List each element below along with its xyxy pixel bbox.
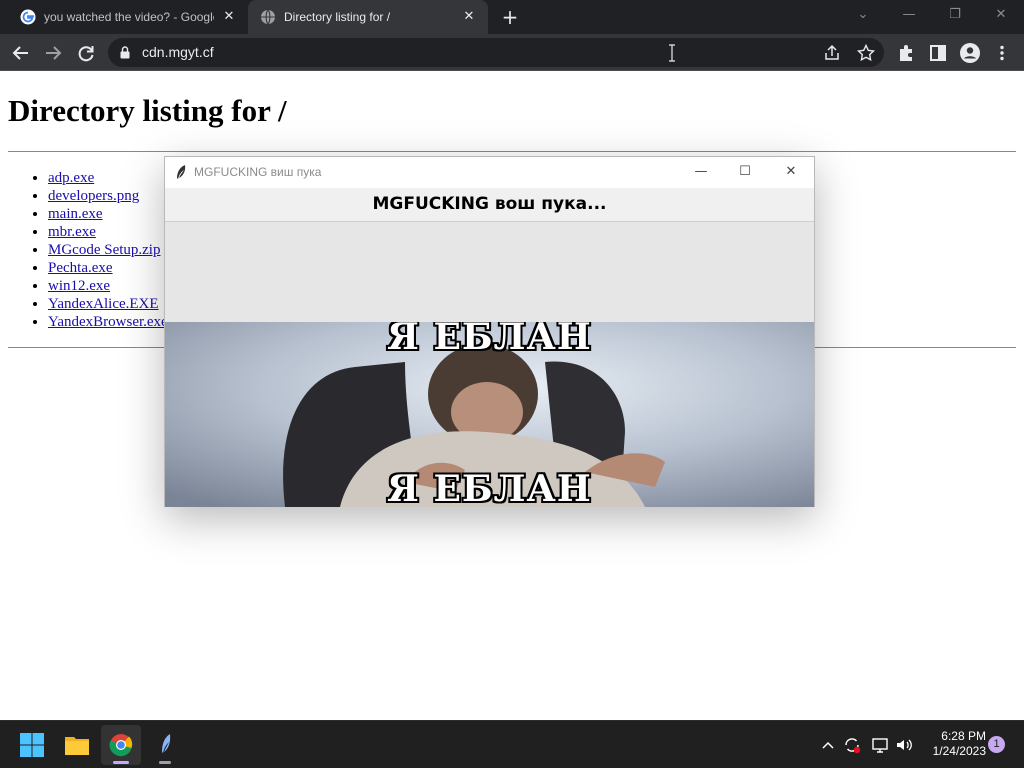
file-link[interactable]: YandexAlice.EXE: [48, 296, 159, 312]
file-link[interactable]: win12.exe: [48, 278, 110, 294]
minimize-button[interactable]: —: [886, 0, 932, 34]
divider: [8, 151, 1016, 152]
file-list: adp.exe developers.png main.exe mbr.exe …: [48, 169, 168, 331]
file-link[interactable]: main.exe: [48, 206, 103, 222]
page-title: Directory listing for /: [8, 93, 287, 128]
share-icon[interactable]: [822, 43, 842, 63]
volume-icon[interactable]: [894, 735, 914, 755]
file-link[interactable]: developers.png: [48, 188, 139, 204]
notification-badge[interactable]: 1: [988, 736, 1005, 753]
star-icon[interactable]: [856, 43, 876, 63]
url-text[interactable]: cdn.mgyt.cf: [142, 44, 214, 60]
new-tab-button[interactable]: +: [498, 5, 522, 29]
tab-title: Directory listing for /: [284, 10, 391, 24]
chrome-icon[interactable]: [101, 725, 141, 765]
file-link[interactable]: mbr.exe: [48, 224, 96, 240]
google-g-icon: [20, 9, 36, 25]
file-link[interactable]: MGcode Setup.zip: [48, 242, 160, 258]
globe-icon: [261, 9, 275, 25]
lock-icon[interactable]: [120, 46, 130, 59]
chevron-up-icon[interactable]: [818, 735, 838, 755]
list-item: adp.exe: [48, 169, 168, 187]
file-explorer-icon[interactable]: [57, 725, 97, 765]
clock-time: 6:28 PM: [941, 729, 986, 743]
side-panel-icon[interactable]: [925, 40, 951, 66]
file-link[interactable]: Pechta.exe: [48, 260, 113, 276]
browser-toolbar: cdn.mgyt.cf: [0, 34, 1024, 71]
popup-minimize-button[interactable]: —: [686, 161, 716, 183]
list-item: MGcode Setup.zip: [48, 241, 168, 259]
window-close-button[interactable]: ✕: [978, 0, 1024, 34]
profile-icon[interactable]: [957, 40, 983, 66]
meme-caption-bottom: Я ЕБЛАН: [387, 468, 592, 507]
menu-icon[interactable]: [989, 40, 1015, 66]
file-link[interactable]: YandexBrowser.exe: [48, 314, 168, 330]
popup-close-button[interactable]: ✕: [776, 161, 806, 183]
running-indicator: [159, 761, 171, 764]
list-item: developers.png: [48, 187, 168, 205]
text-cursor-icon: [669, 44, 675, 62]
list-item: YandexBrowser.exe: [48, 313, 168, 331]
tab-directory-listing[interactable]: Directory listing for / ✕: [248, 0, 488, 34]
browser-tab-strip: you watched the video? - Google ✕ Direct…: [0, 0, 1024, 34]
meme-image: Я ЕБЛАН Я ЕБЛАН: [165, 322, 814, 507]
popup-heading: MGFUCKING вош пука...: [165, 188, 814, 221]
popup-title: MGFUCKING виш пука: [194, 165, 322, 179]
popup-titlebar[interactable]: MGFUCKING виш пука — ☐ ✕: [165, 157, 814, 188]
popup-maximize-button[interactable]: ☐: [730, 161, 760, 183]
windows-start-icon[interactable]: [12, 725, 52, 765]
tab-search-button[interactable]: ⌄: [840, 0, 886, 34]
list-item: mbr.exe: [48, 223, 168, 241]
forward-icon[interactable]: [40, 40, 66, 66]
popup-window[interactable]: MGFUCKING виш пука — ☐ ✕ MGFUCKING вош п…: [164, 156, 815, 507]
tab-title: you watched the video? - Google: [44, 10, 214, 24]
sync-icon[interactable]: [842, 735, 862, 755]
file-link[interactable]: adp.exe: [48, 170, 94, 186]
list-item: Pechta.exe: [48, 259, 168, 277]
system-clock[interactable]: 6:28 PM 1/24/2023: [920, 729, 986, 759]
tab-close-icon[interactable]: ✕: [220, 8, 238, 26]
list-item: win12.exe: [48, 277, 168, 295]
tab-close-icon[interactable]: ✕: [460, 8, 478, 26]
list-item: main.exe: [48, 205, 168, 223]
back-icon[interactable]: [8, 40, 34, 66]
taskbar: 6:28 PM 1/24/2023 1: [0, 720, 1024, 768]
restore-button[interactable]: ❐: [932, 0, 978, 34]
network-icon[interactable]: [870, 735, 890, 755]
address-bar[interactable]: cdn.mgyt.cf: [108, 38, 884, 67]
meme-caption-top: Я ЕБЛАН: [387, 322, 592, 358]
reload-icon[interactable]: [73, 40, 99, 66]
list-item: YandexAlice.EXE: [48, 295, 168, 313]
extensions-icon[interactable]: [893, 40, 919, 66]
clock-date: 1/24/2023: [932, 744, 986, 758]
tab-google-search[interactable]: you watched the video? - Google ✕: [8, 0, 248, 34]
running-indicator: [113, 761, 129, 764]
popup-blank-area: [165, 221, 814, 322]
feather-icon: [177, 165, 186, 179]
feather-app-icon[interactable]: [145, 725, 185, 765]
